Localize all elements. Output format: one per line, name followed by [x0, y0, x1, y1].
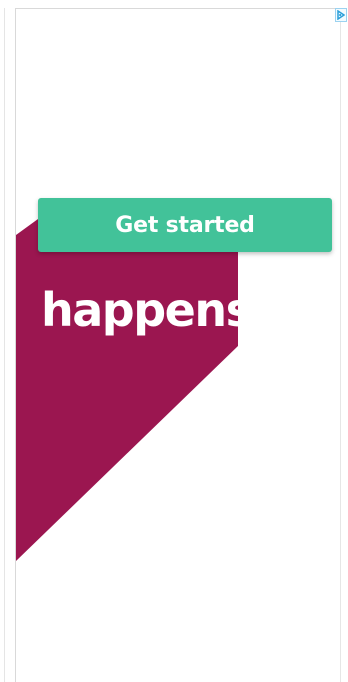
ad-banner[interactable]: Get started happens. [15, 8, 341, 682]
page: Get started happens. [0, 0, 348, 682]
get-started-button[interactable]: Get started [38, 198, 332, 252]
hero-diagonal-shape [16, 219, 238, 561]
adchoices-triangle-icon[interactable] [335, 8, 347, 22]
headline-text: happens. [41, 283, 269, 337]
page-divider [4, 8, 5, 682]
